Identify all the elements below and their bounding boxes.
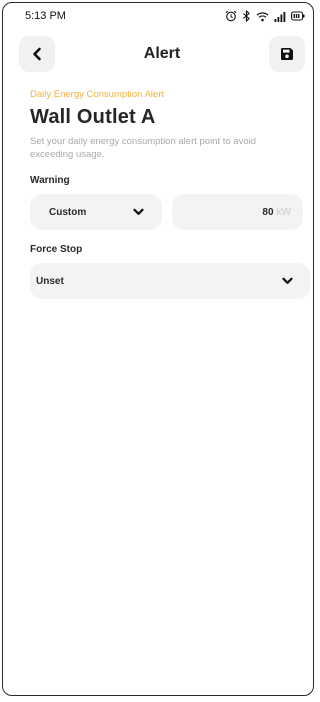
top-bar: Alert <box>3 33 313 75</box>
alert-content: Daily Energy Consumption Alert Wall Outl… <box>3 89 313 299</box>
warning-unit: kW <box>276 206 291 218</box>
chevron-down-icon <box>133 208 144 215</box>
alarm-icon <box>225 10 237 22</box>
force-stop-label: Force Stop <box>30 244 83 255</box>
bluetooth-icon <box>243 10 250 22</box>
status-bar: 5:13 PM <box>3 3 313 29</box>
alert-description: Set your daily energy consumption alert … <box>30 136 257 160</box>
warning-label: Warning <box>30 175 70 186</box>
warning-value-input[interactable]: 80 kW <box>171 194 303 230</box>
save-button[interactable] <box>268 36 305 72</box>
chevron-down-icon <box>282 277 293 284</box>
signal-icon <box>274 11 286 22</box>
warning-value: 80 <box>262 206 274 218</box>
save-icon <box>280 48 293 60</box>
phone-frame: 5:13 PM Alert Daily Energy Consumption A… <box>2 2 314 696</box>
page-title: Alert <box>143 45 181 62</box>
battery-icon <box>291 11 305 21</box>
status-icons <box>225 10 305 22</box>
warning-row: Custom 80 kW <box>30 194 303 230</box>
warning-mode-select[interactable]: Custom <box>30 194 162 230</box>
wifi-icon <box>256 11 269 21</box>
alert-kicker: Daily Energy Consumption Alert <box>30 89 165 100</box>
device-name: Wall Outlet A <box>30 106 156 128</box>
back-button[interactable] <box>19 36 55 72</box>
warning-mode-value: Custom <box>49 206 87 218</box>
chevron-left-icon <box>33 47 41 61</box>
force-stop-select[interactable]: Unset <box>30 263 310 299</box>
status-time: 5:13 PM <box>25 10 66 22</box>
force-stop-value: Unset <box>36 275 64 287</box>
